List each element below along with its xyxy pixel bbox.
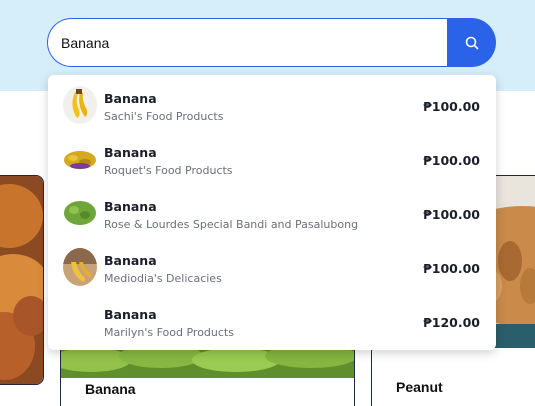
suggestion-name: Banana <box>104 199 157 214</box>
search-bar <box>47 18 496 67</box>
suggestion-store: Sachi's Food Products <box>104 110 224 123</box>
suggestion-item[interactable]: Banana Sachi's Food Products ₱100.00 <box>48 75 496 129</box>
suggestion-price: ₱100.00 <box>423 153 480 168</box>
suggestion-item[interactable]: Banana Marilyn's Food Products ₱120.00 <box>48 291 496 345</box>
suggestion-price: ₱100.00 <box>423 261 480 276</box>
suggestion-store: Roquet's Food Products <box>104 164 233 177</box>
suggestion-price: ₱100.00 <box>423 99 480 114</box>
suggestion-store: Rose & Lourdes Special Bandi and Pasalub… <box>104 218 359 231</box>
green-bananas-icon <box>63 194 97 232</box>
search-suggestions-dropdown: Banana Sachi's Food Products ₱100.00 Ban… <box>48 75 496 350</box>
suggestion-price: ₱100.00 <box>423 207 480 222</box>
suggestion-item[interactable]: Banana Roquet's Food Products ₱100.00 <box>48 129 496 183</box>
search-input[interactable] <box>47 18 449 67</box>
product-card-sweet-potato[interactable] <box>0 175 44 385</box>
suggestion-name: Banana <box>104 91 157 106</box>
suggestion-item[interactable]: Banana Mediodia's Delicacies ₱100.00 <box>48 237 496 291</box>
suggestion-name: Banana <box>104 307 157 322</box>
search-button[interactable] <box>447 18 496 67</box>
banana-chips-icon <box>63 140 97 178</box>
product-card-title: Peanut <box>396 379 443 395</box>
banana-bunch-icon <box>63 86 97 124</box>
suggestion-item[interactable]: Banana Rose & Lourdes Special Bandi and … <box>48 183 496 237</box>
product-card-title: Banana <box>85 381 136 397</box>
suggestion-price: ₱120.00 <box>423 315 480 330</box>
suggestion-store: Marilyn's Food Products <box>104 326 234 339</box>
suggestion-name: Banana <box>104 145 157 160</box>
suggestion-store: Mediodia's Delicacies <box>104 272 222 285</box>
banana-photo-icon <box>63 248 97 286</box>
sweet-potato-image <box>0 176 43 384</box>
search-icon <box>465 36 478 49</box>
suggestion-name: Banana <box>104 253 157 268</box>
